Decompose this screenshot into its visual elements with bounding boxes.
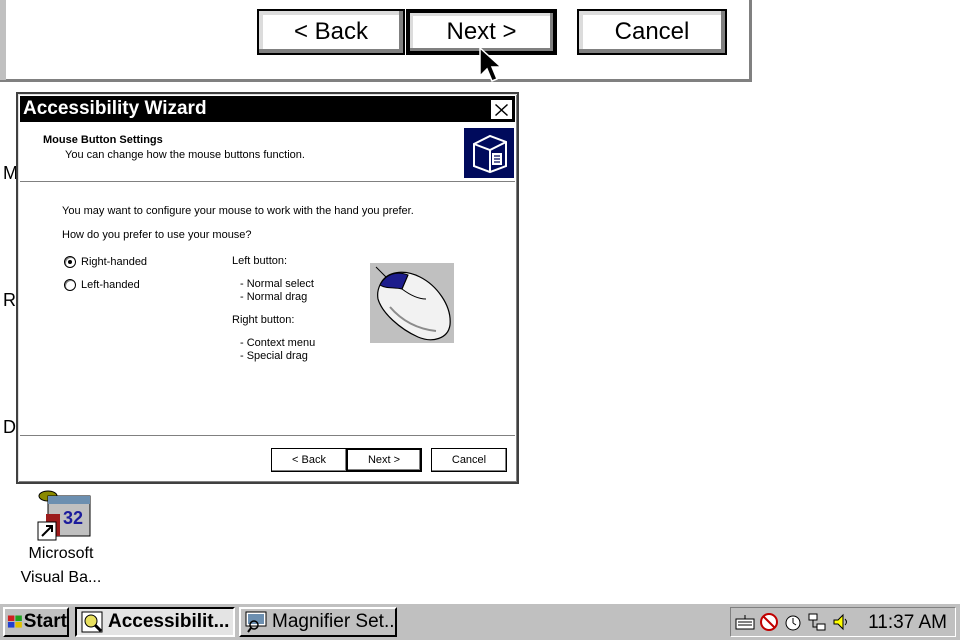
header-subtitle: You can change how the mouse buttons fun… bbox=[65, 149, 305, 161]
magnifier-icon bbox=[245, 611, 267, 633]
mouse-pointer-icon bbox=[479, 46, 502, 82]
windows-logo-icon bbox=[7, 615, 22, 628]
visual-basic-icon: 32 bbox=[37, 490, 91, 541]
right-handed-radio[interactable] bbox=[64, 256, 76, 268]
magnified-cancel-button[interactable]: Cancel bbox=[577, 9, 727, 55]
dialog-titlebar[interactable]: Accessibility Wizard bbox=[20, 96, 515, 122]
clock[interactable]: 11:37 AM bbox=[868, 612, 947, 634]
right-button-item: - Context menu bbox=[240, 337, 316, 349]
svg-text:32: 32 bbox=[63, 508, 83, 528]
start-label: Start bbox=[23, 611, 67, 632]
cancel-button[interactable]: Cancel bbox=[431, 448, 507, 472]
magnifier-edge bbox=[0, 0, 6, 80]
volume-icon[interactable] bbox=[831, 612, 851, 632]
stickykeys-icon[interactable] bbox=[759, 612, 779, 632]
left-button-title: Left button: bbox=[232, 255, 288, 267]
desktop-label-clipped: D bbox=[3, 417, 16, 437]
question-text: How do you prefer to use your mouse? bbox=[62, 229, 252, 241]
header-title: Mouse Button Settings bbox=[43, 134, 163, 146]
close-button[interactable] bbox=[490, 99, 513, 120]
mouse-icon bbox=[375, 266, 451, 341]
header-divider bbox=[20, 181, 515, 183]
desktop-label-clipped: R bbox=[3, 290, 16, 310]
right-button-title: Right button: bbox=[232, 314, 295, 326]
mouse-illustration bbox=[370, 263, 454, 343]
magnified-back-button[interactable]: < Back bbox=[257, 9, 405, 55]
left-button-item: - Normal drag bbox=[240, 291, 308, 303]
system-tray: 11:37 AM bbox=[730, 607, 956, 637]
wizard-header: Mouse Button Settings You can change how… bbox=[20, 122, 515, 182]
taskbar-item-magnifier[interactable]: Magnifier Set... bbox=[239, 607, 397, 637]
accessibility-wizard-dialog: Accessibility Wizard Mouse Button Settin… bbox=[16, 92, 519, 484]
magnifier-window: < Back Next > Cancel bbox=[0, 0, 752, 82]
right-button-item: - Special drag bbox=[240, 350, 308, 362]
back-button[interactable]: < Back bbox=[271, 448, 347, 472]
taskbar: Start Accessibilit... Magnifier Set... 1… bbox=[0, 602, 960, 640]
taskbar-item-label: Accessibilit... bbox=[108, 611, 230, 632]
accessibility-wizard-icon bbox=[81, 611, 103, 633]
start-button[interactable]: Start bbox=[3, 607, 69, 637]
desktop-icon-label: Microsoft bbox=[28, 545, 94, 562]
desktop-icon-label: Visual Ba... bbox=[20, 569, 102, 586]
dialog-title: Accessibility Wizard bbox=[23, 98, 207, 119]
left-button-item: - Normal select bbox=[240, 278, 314, 290]
network-icon[interactable] bbox=[807, 612, 827, 632]
timer-icon[interactable] bbox=[783, 612, 803, 632]
left-handed-label[interactable]: Left-handed bbox=[81, 279, 140, 291]
taskbar-item-accessibility[interactable]: Accessibilit... bbox=[75, 607, 235, 637]
left-handed-radio[interactable] bbox=[64, 279, 76, 291]
desktop-icon-visual-basic[interactable]: 32 Microsoft Visual Ba... bbox=[14, 484, 108, 590]
footer-divider bbox=[20, 435, 515, 437]
right-handed-label[interactable]: Right-handed bbox=[81, 256, 147, 268]
intro-text: You may want to configure your mouse to … bbox=[62, 205, 414, 217]
keyboard-icon[interactable] bbox=[735, 612, 755, 632]
taskbar-item-label: Magnifier Set... bbox=[272, 611, 397, 632]
close-icon bbox=[495, 103, 508, 116]
next-button[interactable]: Next > bbox=[346, 448, 422, 472]
wizard-icon bbox=[464, 128, 514, 178]
